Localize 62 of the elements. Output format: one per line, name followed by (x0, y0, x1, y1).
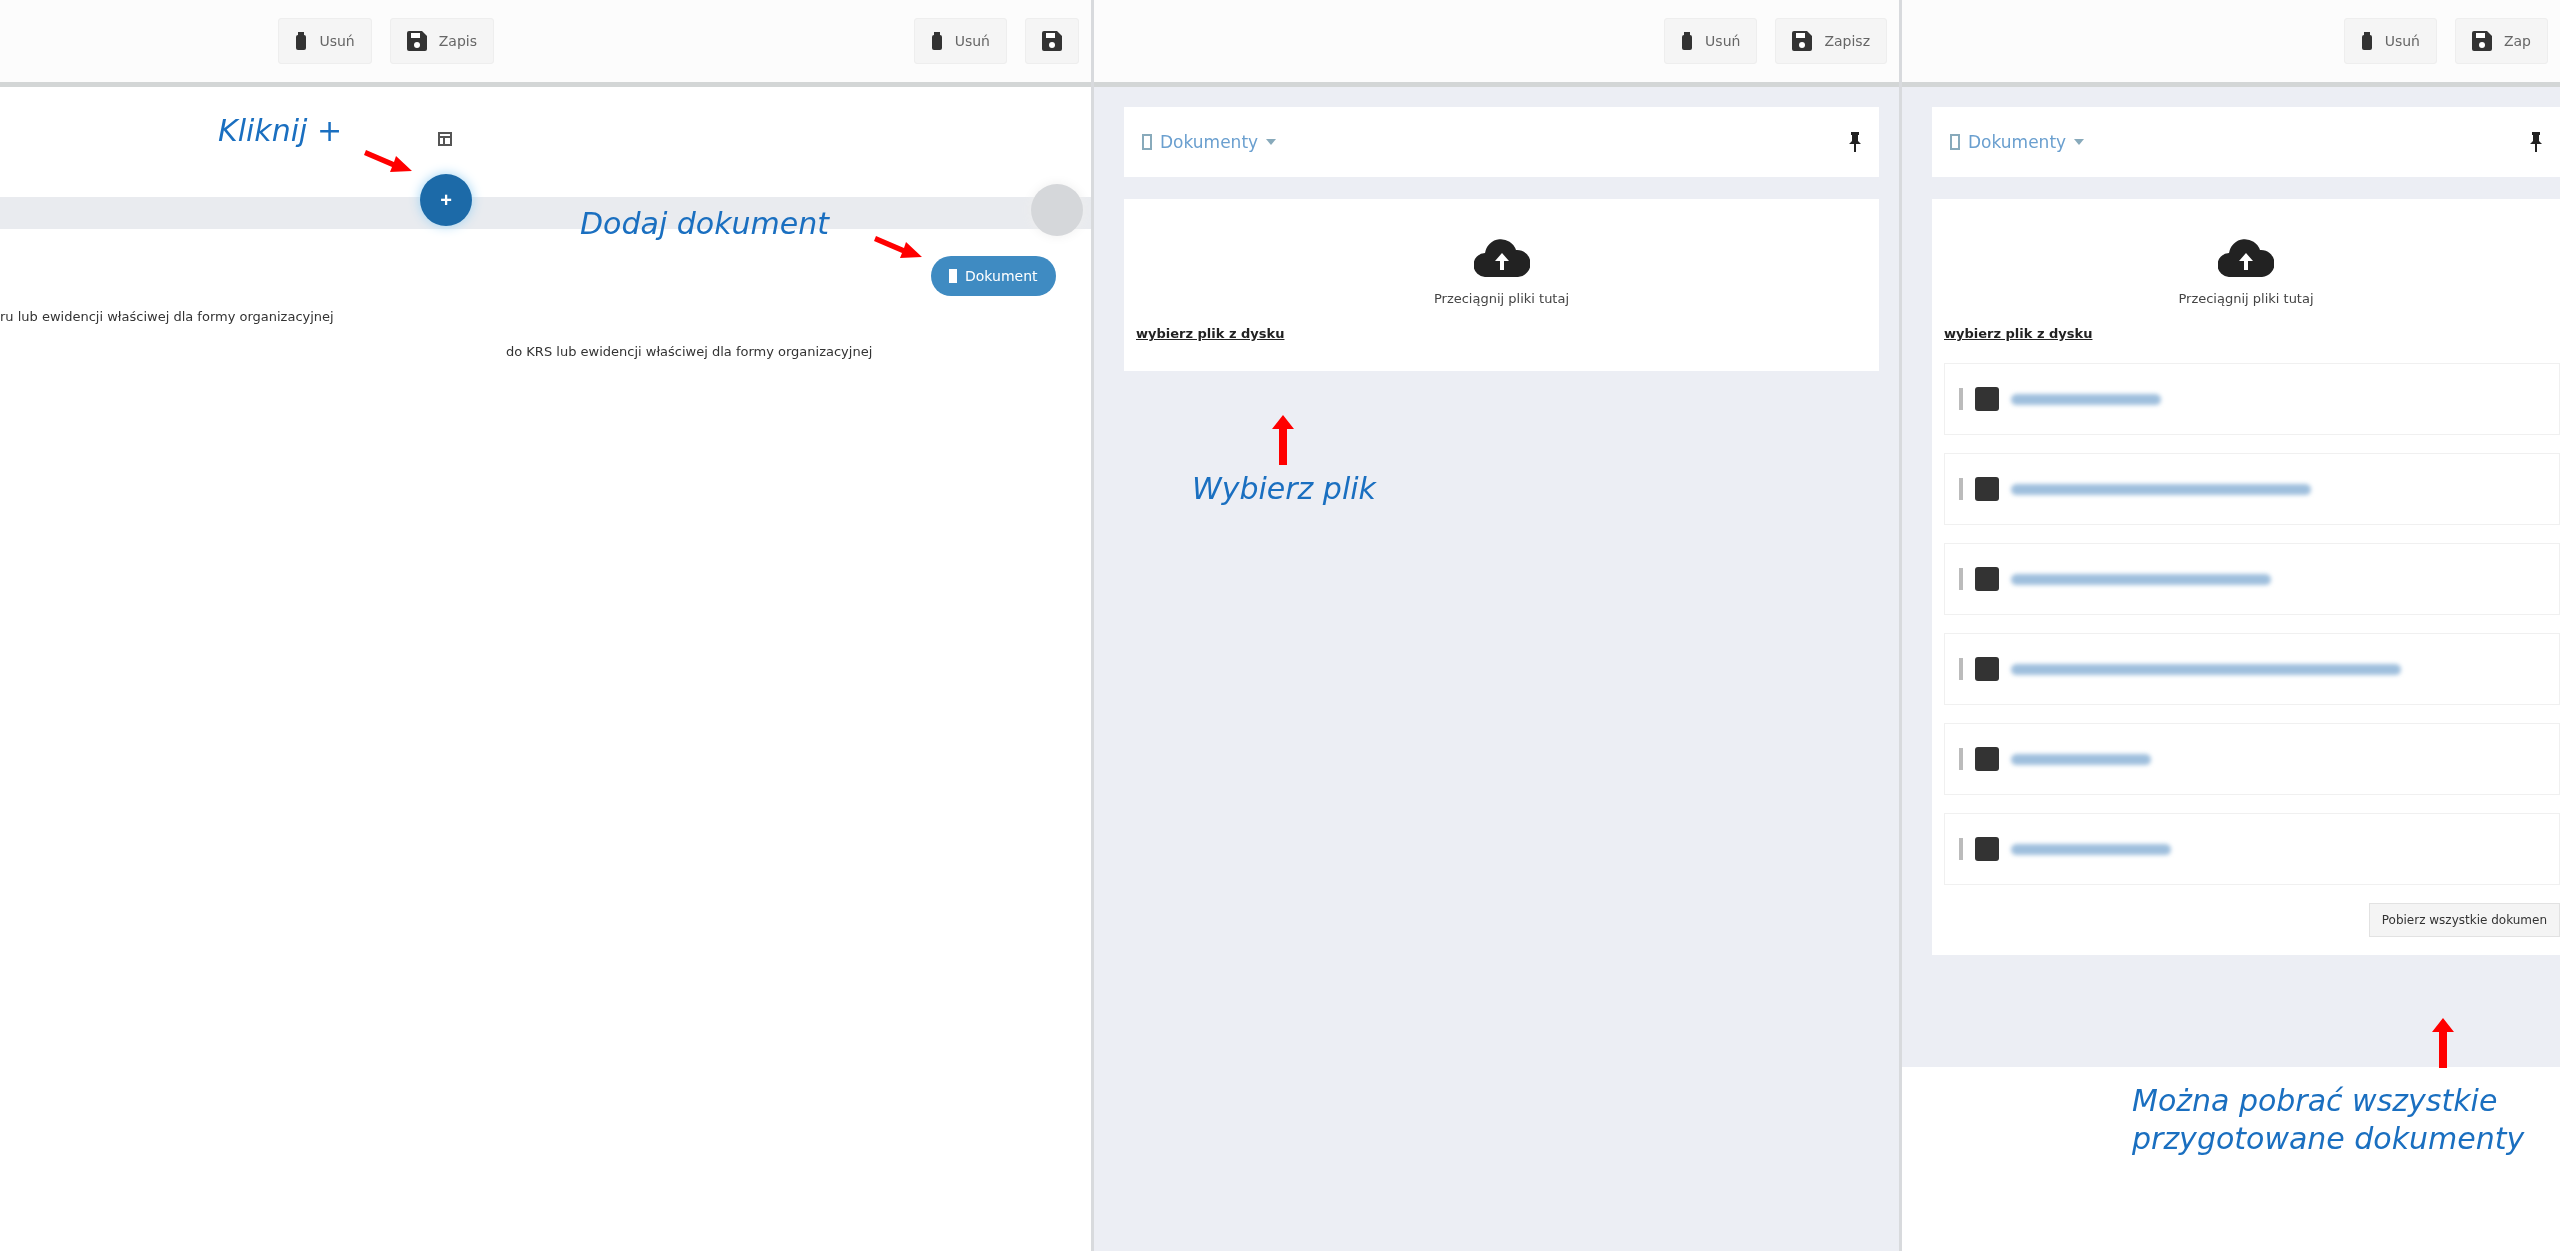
file-icon (1975, 387, 1999, 411)
drag-handle-icon[interactable] (1959, 658, 1963, 680)
layout-icon (438, 132, 452, 146)
pick-file-link[interactable]: wybierz plik z dysku (1944, 326, 2093, 341)
description-text: do KRS lub ewidencji właściwej dla formy organizacyjnej (506, 344, 874, 359)
annotation: Wybierz plik (1192, 470, 1376, 508)
cloud-upload-icon (2218, 239, 2274, 277)
delete-button[interactable]: Usuń (913, 18, 1007, 64)
download-all-button[interactable]: Pobierz wszystkie dokumen (2368, 903, 2560, 937)
save-button[interactable]: Zapisz (1775, 18, 1887, 64)
dropzone-text: Przeciągnij pliki tutaj (2178, 291, 2314, 306)
delete-button[interactable]: Usuń (1664, 18, 1758, 64)
blurred-file-name[interactable] (2011, 753, 2151, 765)
trash-icon (1681, 32, 1694, 50)
drag-handle-icon[interactable] (1959, 568, 1963, 590)
drag-handle-icon[interactable] (1959, 748, 1963, 770)
blurred-file-name[interactable] (2011, 663, 2401, 675)
file-icon (1975, 747, 1999, 771)
caret-icon (2074, 139, 2085, 145)
blurred-file-name[interactable] (2011, 393, 2161, 405)
drag-handle-icon[interactable] (1959, 388, 1963, 410)
save-icon (1042, 31, 1062, 51)
save-icon (2471, 31, 2492, 51)
save-button[interactable]: Zap (2454, 18, 2548, 64)
drag-handle-icon[interactable] (1959, 478, 1963, 500)
save-button[interactable] (1025, 18, 1079, 64)
caret-icon (1266, 139, 1277, 145)
annotation: Dodaj dokument (580, 205, 829, 243)
arrow (1272, 415, 1294, 465)
document-icon (1142, 134, 1152, 150)
add-button[interactable]: + (420, 174, 472, 226)
close-button[interactable] (1031, 184, 1083, 236)
pick-file-link[interactable]: wybierz plik z dysku (1136, 326, 1285, 341)
trash-icon (2360, 32, 2373, 50)
blurred-file-name[interactable] (2011, 843, 2171, 855)
file-icon (1975, 837, 1999, 861)
blurred-file-name[interactable] (2011, 573, 2271, 585)
description-text: ru lub ewidencji właściwej dla formy organizacyjnej (0, 309, 335, 324)
file-icon (1975, 657, 1999, 681)
document-icon (1950, 134, 1960, 150)
annotation: Kliknij + (218, 112, 343, 150)
cloud-upload-icon (1473, 239, 1530, 277)
trash-icon (930, 32, 943, 50)
file-icon (1975, 567, 1999, 591)
trash-icon (295, 32, 308, 50)
pin-icon (1849, 132, 1861, 152)
arrow (2432, 1018, 2454, 1068)
annotation: Można pobrać wszystkie przygotowane dokumenty (2132, 1082, 2525, 1157)
section-title[interactable]: Dokumenty (1968, 132, 2067, 152)
blurred-file-name[interactable] (2011, 483, 2311, 495)
delete-button[interactable]: Usuń (2343, 18, 2437, 64)
delete-button[interactable]: Usuń (278, 18, 372, 64)
drag-handle-icon[interactable] (1959, 838, 1963, 860)
save-button[interactable]: Zapis (389, 18, 494, 64)
add-document-button[interactable]: Dokument (931, 256, 1056, 296)
dropzone-text: Przeciągnij pliki tutaj (1433, 291, 1570, 306)
file-icon (1975, 477, 1999, 501)
pin-icon (2530, 132, 2542, 152)
save-icon (406, 31, 427, 51)
save-icon (1792, 31, 1813, 51)
document-icon (949, 269, 957, 283)
section-title[interactable]: Dokumenty (1160, 132, 1259, 152)
